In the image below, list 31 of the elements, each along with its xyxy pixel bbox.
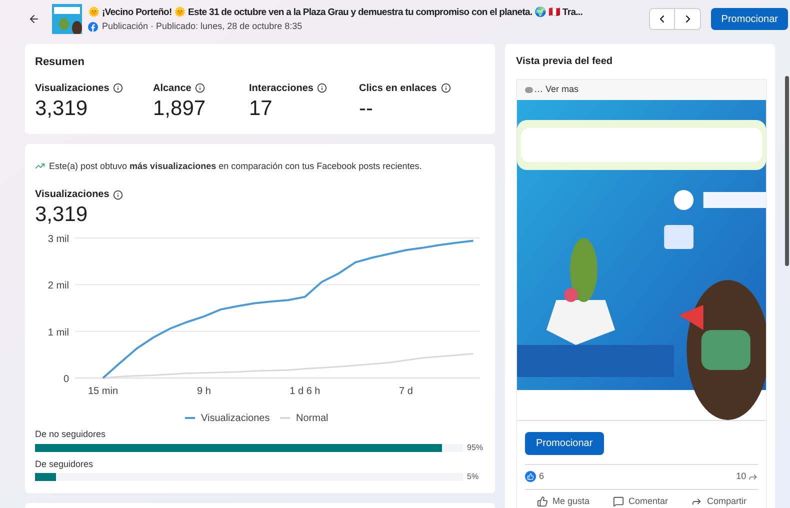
x-tick-label: 9 h [197,386,211,397]
shares-count: 10 [736,470,746,483]
card-title: Resumen [35,55,86,70]
audience-label: De no seguidores [35,428,107,441]
percent-text: 95% [467,442,484,454]
metric-label: Interacciones [249,82,314,96]
insight-text: Este(a) post obtuvo más visualizaciones en comparación con tus Facebook posts recientes. [49,160,422,173]
legend-label: Normal [296,413,328,424]
legend-label: Visualizaciones [201,413,270,424]
card-title: Vista previa del feed [516,55,614,69]
percent-text: 5% [467,471,479,483]
metric-label: Visualizaciones [35,82,110,96]
metric-label: Visualizaciones [35,188,110,202]
y-tick-label: 0 [63,374,69,385]
metric-value: 3,319 [35,96,89,122]
metric-value: 1,897 [153,96,207,122]
x-tick-label: 1 d 6 h [290,386,320,397]
post-subtitle: Publicación · Publicado: lunes, 28 de octubre 8:35 [102,20,302,33]
metric-value: 3,319 [35,202,89,228]
y-tick-label: 2 mil [48,280,69,292]
metric-label: Clics en enlaces [359,82,437,96]
likes-count: 6 [539,470,544,483]
audience-label: De seguidores [35,458,94,471]
x-tick-label: 15 min [88,386,118,397]
post-title: 🌞 ¡Vecino Porteño! 🌞 Este 31 de octubre ven a la Plaza Grau y demuestra tu compromiso con el planeta. 🌍 🇵🇪 Tra... [88,5,583,20]
metric-value: -- [359,96,374,122]
metric-value: 17 [249,96,274,122]
y-tick-label: 1 mil [48,327,69,338]
y-tick-label: 3 mil [48,234,69,245]
metric-label: Alcance [153,82,192,96]
x-tick-label: 7 d [399,386,413,397]
